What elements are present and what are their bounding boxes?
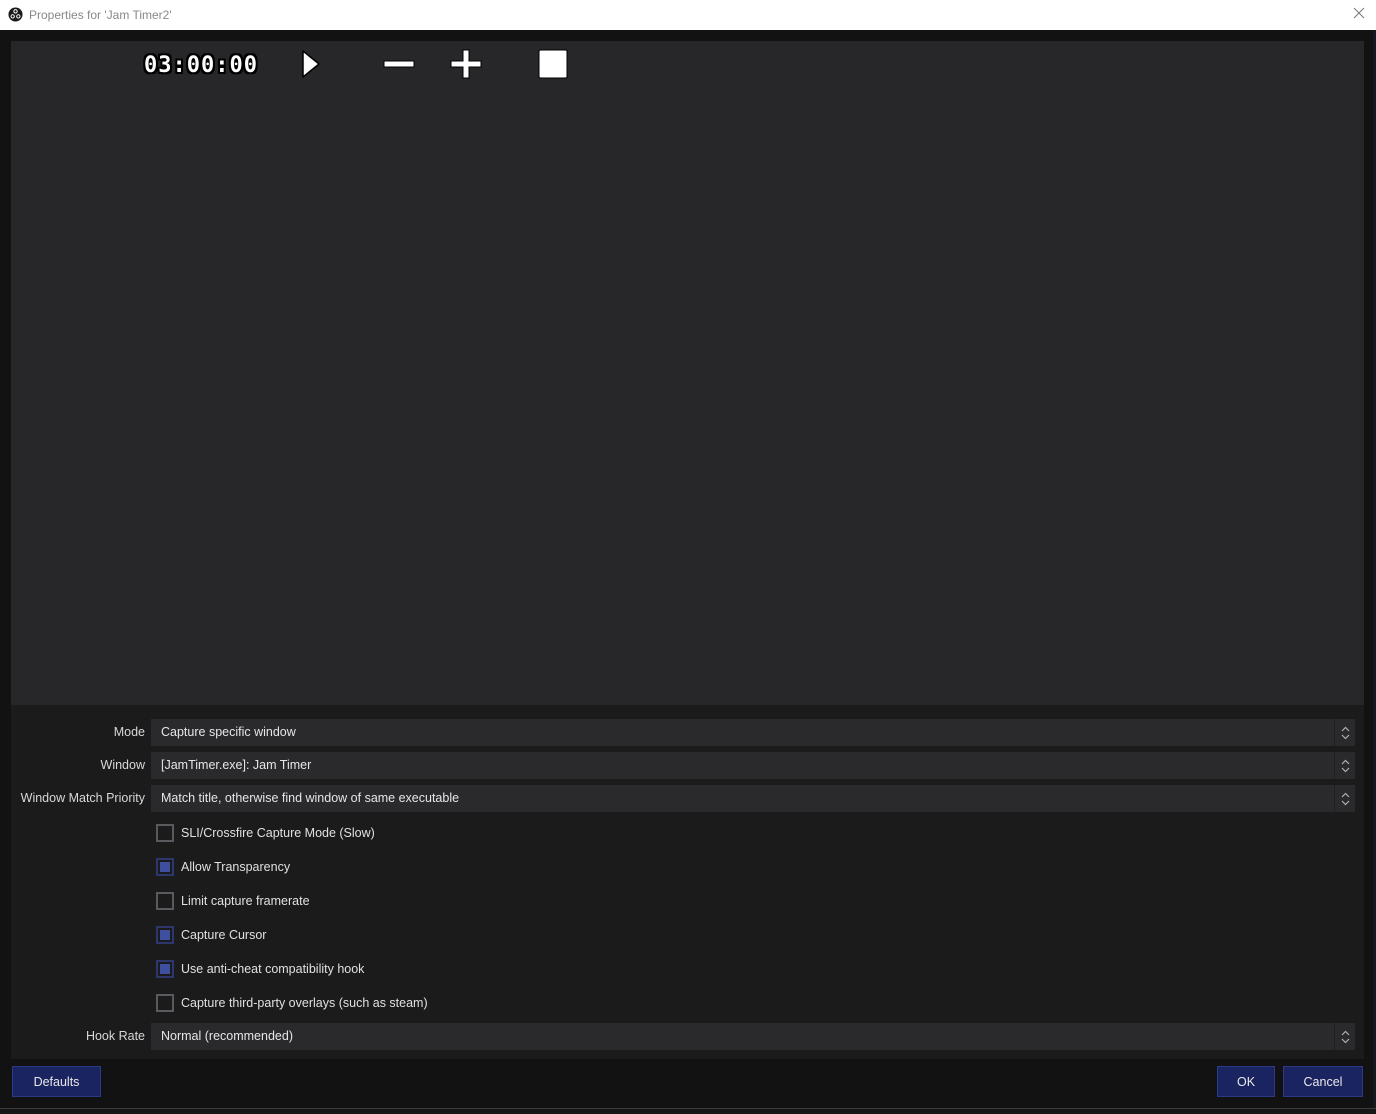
properties-form: Mode Capture specific window Window [Jam… (11, 705, 1364, 1059)
hook-rate-row: Hook Rate Normal (recommended) (11, 1023, 1364, 1050)
checkbox-label: Use anti-cheat compatibility hook (181, 962, 365, 976)
close-button[interactable] (1342, 0, 1376, 30)
stop-button[interactable] (538, 49, 568, 84)
cancel-button[interactable]: Cancel (1283, 1066, 1363, 1097)
title-bar: Properties for 'Jam Timer2' (0, 0, 1376, 30)
minus-icon (383, 60, 415, 77)
hook-rate-select[interactable]: Normal (recommended) (151, 1023, 1355, 1050)
checkbox-label: Allow Transparency (181, 860, 291, 874)
chevron-updown-icon (1334, 1023, 1355, 1050)
increase-button[interactable] (450, 49, 482, 84)
timer-display: 03:00:00 (144, 52, 258, 78)
ok-button[interactable]: OK (1217, 1066, 1275, 1097)
obs-logo-icon (8, 7, 23, 22)
anti-cheat-hook-checkbox[interactable]: Use anti-cheat compatibility hook (156, 959, 364, 979)
window-title: Properties for 'Jam Timer2' (29, 8, 172, 22)
hook-rate-label: Hook Rate (85, 1029, 145, 1043)
play-button[interactable] (300, 49, 322, 84)
checkbox-box (156, 858, 174, 876)
sli-crossfire-checkbox[interactable]: SLI/Crossfire Capture Mode (Slow) (156, 823, 375, 843)
checkbox-box (156, 824, 174, 842)
chevron-updown-icon (1334, 752, 1355, 779)
match-priority-label: Window Match Priority (20, 791, 145, 805)
window-select[interactable]: [JamTimer.exe]: Jam Timer (151, 752, 1355, 779)
checkbox-label: Capture third-party overlays (such as st… (181, 996, 428, 1010)
third-party-overlays-checkbox[interactable]: Capture third-party overlays (such as st… (156, 993, 428, 1013)
match-priority-select[interactable]: Match title, otherwise find window of sa… (151, 785, 1355, 812)
window-row: Window [JamTimer.exe]: Jam Timer (11, 752, 1364, 779)
checkbox-box (156, 926, 174, 944)
defaults-button[interactable]: Defaults (12, 1066, 101, 1097)
checkbox-label: Limit capture framerate (181, 894, 310, 908)
decrease-button[interactable] (383, 55, 415, 78)
checkbox-label: SLI/Crossfire Capture Mode (Slow) (181, 826, 375, 840)
mode-label: Mode (113, 725, 145, 739)
mode-value: Capture specific window (161, 725, 296, 739)
chevron-updown-icon (1334, 719, 1355, 746)
capture-cursor-checkbox[interactable]: Capture Cursor (156, 925, 266, 945)
match-priority-row: Window Match Priority Match title, other… (11, 785, 1364, 812)
background-app-strip (0, 1108, 1376, 1114)
hook-rate-value: Normal (recommended) (161, 1029, 293, 1043)
play-icon (300, 50, 322, 83)
stop-square-icon (538, 49, 568, 83)
chevron-updown-icon (1334, 785, 1355, 812)
properties-dialog: 03:00:00 Mode Capture specific window Wi… (0, 30, 1376, 1114)
checkbox-label: Capture Cursor (181, 928, 267, 942)
allow-transparency-checkbox[interactable]: Allow Transparency (156, 857, 290, 877)
checkbox-box (156, 960, 174, 978)
match-priority-value: Match title, otherwise find window of sa… (161, 791, 460, 805)
close-icon (1353, 6, 1365, 24)
window-label: Window (100, 758, 145, 772)
window-value: [JamTimer.exe]: Jam Timer (161, 758, 312, 772)
plus-icon (450, 49, 482, 83)
source-preview: 03:00:00 (11, 41, 1364, 705)
limit-framerate-checkbox[interactable]: Limit capture framerate (156, 891, 310, 911)
checkbox-box (156, 892, 174, 910)
checkbox-box (156, 994, 174, 1012)
mode-row: Mode Capture specific window (11, 719, 1364, 746)
mode-select[interactable]: Capture specific window (151, 719, 1355, 746)
